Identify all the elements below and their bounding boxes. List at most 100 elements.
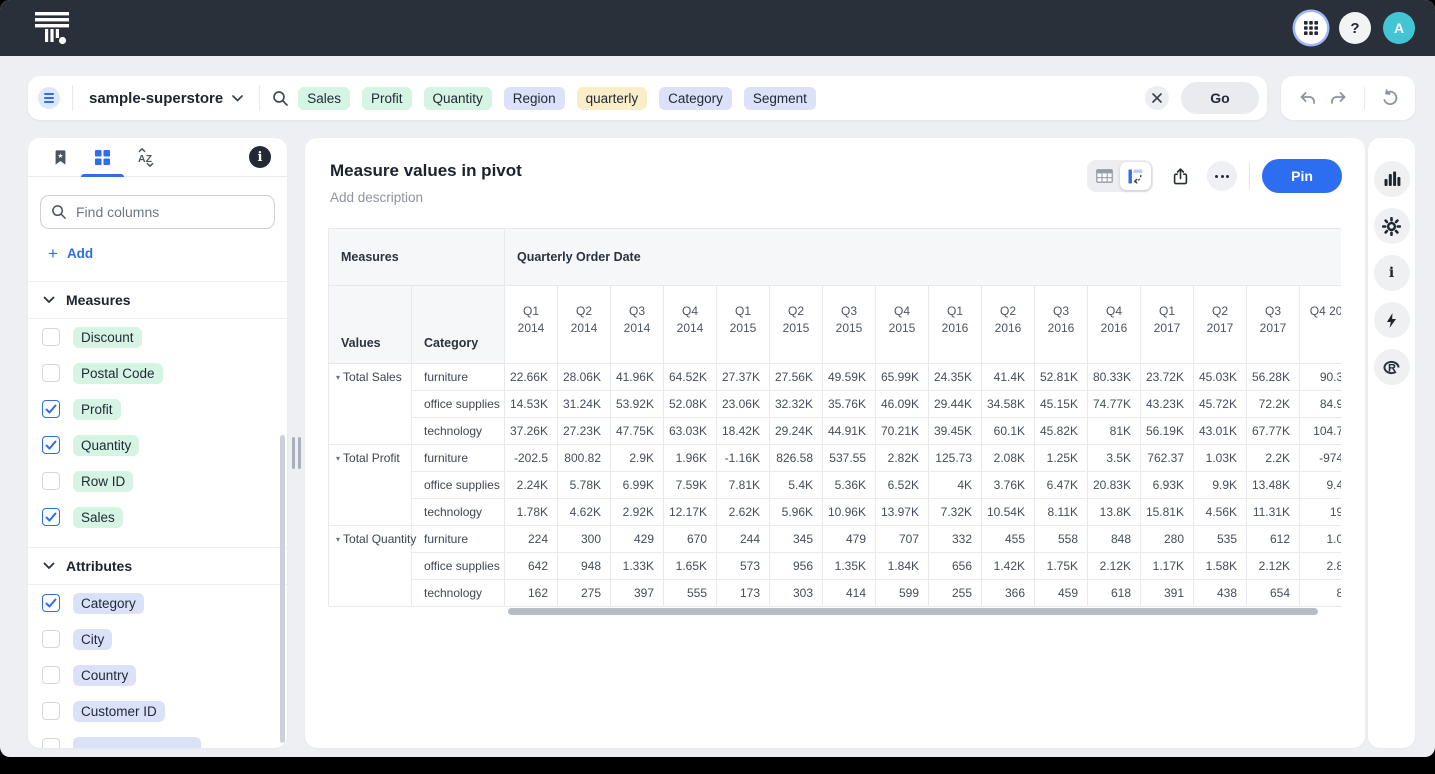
field-item-country: Country — [28, 657, 287, 693]
query-pill-quantity[interactable]: Quantity — [424, 87, 492, 110]
pivot-value-cell: 5.78K — [558, 472, 611, 499]
pivot-row: technology162275397555173303414599255366… — [329, 580, 1342, 607]
pivot-quarter-header-q4-2014: Q42014 — [664, 286, 717, 364]
user-avatar[interactable]: A — [1383, 12, 1415, 44]
find-columns-input[interactable] — [76, 204, 264, 220]
pivot-value-cell: 27.37K — [717, 364, 770, 391]
pivot-row: office supplies2.24K5.78K6.99K7.59K7.81K… — [329, 472, 1342, 499]
pin-button[interactable]: Pin — [1262, 159, 1342, 193]
field-label-country[interactable]: Country — [73, 665, 136, 686]
pivot-value-cell: 8 — [1300, 580, 1342, 607]
query-pill-category[interactable]: Category — [659, 87, 732, 110]
pivot-value-cell: 618 — [1088, 580, 1141, 607]
redo-button[interactable] — [1327, 87, 1350, 109]
field-label-customer-id[interactable]: Customer ID — [73, 701, 165, 722]
svg-text:AZ: AZ — [138, 153, 153, 165]
query-pill-region[interactable]: Region — [504, 87, 565, 110]
pivot-value-cell: 948 — [558, 553, 611, 580]
field-checkbox-row-id[interactable] — [42, 472, 60, 490]
field-checkbox-quantity[interactable] — [42, 436, 60, 454]
field-checkbox-customer-id[interactable] — [42, 702, 60, 720]
pivot-value-cell: 45.82K — [1035, 418, 1088, 445]
pivot-group-label-total-profit[interactable]: ▾Total Profit — [329, 445, 412, 526]
charts-panel-button[interactable] — [1374, 161, 1410, 197]
field-label-discount[interactable]: Discount — [73, 327, 142, 348]
pivot-value-cell: 2.62K — [717, 499, 770, 526]
pivot-value-cell: 41.96K — [611, 364, 664, 391]
pivot-value-cell: 558 — [1035, 526, 1088, 553]
field-checkbox-postal-code[interactable] — [42, 364, 60, 382]
pivot-value-cell: 8.11K — [1035, 499, 1088, 526]
reset-button[interactable] — [1379, 87, 1401, 109]
more-options-button[interactable] — [1207, 161, 1237, 191]
horizontal-scrollbar[interactable] — [508, 608, 1318, 615]
datasource-menu-button[interactable] — [38, 87, 60, 109]
query-pill-quarterly[interactable]: quarterly — [577, 87, 648, 110]
pivot-group-label-total-quantity[interactable]: ▾Total Quantity — [329, 526, 412, 607]
field-checkbox-sales[interactable] — [42, 508, 60, 526]
sidebar-scrollbar[interactable] — [280, 435, 285, 743]
pivot-row: ▾Total Profitfurniture-202.5800.822.9K1.… — [329, 445, 1342, 472]
field-label-category[interactable]: Category — [73, 593, 144, 614]
section-header-attributes[interactable]: Attributes — [28, 547, 287, 585]
tab-sort[interactable]: AZ — [136, 138, 156, 176]
pivot-value-cell: 429 — [611, 526, 664, 553]
pivot-view-button[interactable] — [1120, 162, 1151, 190]
settings-panel-button[interactable] — [1374, 208, 1410, 244]
share-button[interactable] — [1165, 161, 1195, 191]
pivot-value-cell: 1.58K — [1194, 553, 1247, 580]
insights-panel-button[interactable] — [1374, 302, 1410, 338]
field-label-profit[interactable]: Profit — [73, 399, 121, 420]
field-checkbox-country[interactable] — [42, 666, 60, 684]
panel-resize-handle[interactable] — [292, 437, 301, 469]
pivot-value-cell: 39.45K — [929, 418, 982, 445]
query-pill-profit[interactable]: Profit — [362, 87, 412, 110]
go-button[interactable]: Go — [1181, 82, 1259, 114]
add-column-button[interactable]: + Add — [48, 245, 118, 262]
refresh-icon — [1381, 89, 1399, 107]
apps-grid-button[interactable] — [1295, 12, 1327, 44]
viz-description-placeholder[interactable]: Add description — [330, 190, 423, 205]
pivot-value-cell: 1.33K — [611, 553, 664, 580]
pivot-group-label-total-sales[interactable]: ▾Total Sales — [329, 364, 412, 445]
clear-query-button[interactable] — [1145, 86, 1169, 110]
pivot-quarter-header-q4-2015: Q42015 — [876, 286, 929, 364]
viz-title[interactable]: Measure values in pivot — [330, 161, 522, 181]
query-pill-sales[interactable]: Sales — [298, 87, 350, 110]
datasource-selector[interactable]: sample-superstore — [85, 90, 247, 107]
field-label-item[interactable] — [73, 737, 201, 748]
pivot-value-cell: 13.48K — [1247, 472, 1300, 499]
tellius-logo-icon[interactable] — [34, 11, 70, 45]
pivot-category-cell: technology — [412, 418, 505, 445]
history-controls — [1281, 76, 1415, 120]
field-label-sales[interactable]: Sales — [73, 507, 123, 528]
collapse-caret-icon[interactable]: ▾ — [336, 373, 340, 382]
collapse-caret-icon[interactable]: ▾ — [336, 535, 340, 544]
sidebar-info-button[interactable]: i — [249, 146, 271, 168]
tab-columns[interactable] — [94, 138, 111, 176]
plus-icon: + — [48, 245, 58, 262]
collapse-caret-icon[interactable]: ▾ — [336, 454, 340, 463]
info-panel-button[interactable]: i — [1374, 255, 1410, 291]
info-icon: i — [1389, 265, 1394, 281]
field-checkbox-discount[interactable] — [42, 328, 60, 346]
r-analytics-button[interactable]: R — [1374, 349, 1410, 385]
field-checkbox-city[interactable] — [42, 630, 60, 648]
undo-button[interactable] — [1296, 87, 1319, 109]
field-checkbox-profit[interactable] — [42, 400, 60, 418]
field-label-city[interactable]: City — [73, 629, 112, 650]
field-label-row-id[interactable]: Row ID — [73, 471, 133, 492]
field-label-quantity[interactable]: Quantity — [73, 435, 139, 456]
pivot-value-cell: 9.9K — [1194, 472, 1247, 499]
tab-bookmarks[interactable]: ★ — [52, 138, 69, 176]
field-checkbox-category[interactable] — [42, 594, 60, 612]
pivot-category-cell: technology — [412, 580, 505, 607]
field-checkbox-item[interactable] — [42, 738, 60, 748]
field-label-postal-code[interactable]: Postal Code — [73, 363, 163, 384]
pivot-icon — [1127, 168, 1144, 185]
table-view-button[interactable] — [1089, 162, 1120, 190]
help-button[interactable]: ? — [1339, 12, 1371, 44]
pivot-value-cell: 84.9 — [1300, 391, 1342, 418]
query-pill-segment[interactable]: Segment — [744, 87, 816, 110]
section-header-measures[interactable]: Measures — [28, 281, 287, 319]
